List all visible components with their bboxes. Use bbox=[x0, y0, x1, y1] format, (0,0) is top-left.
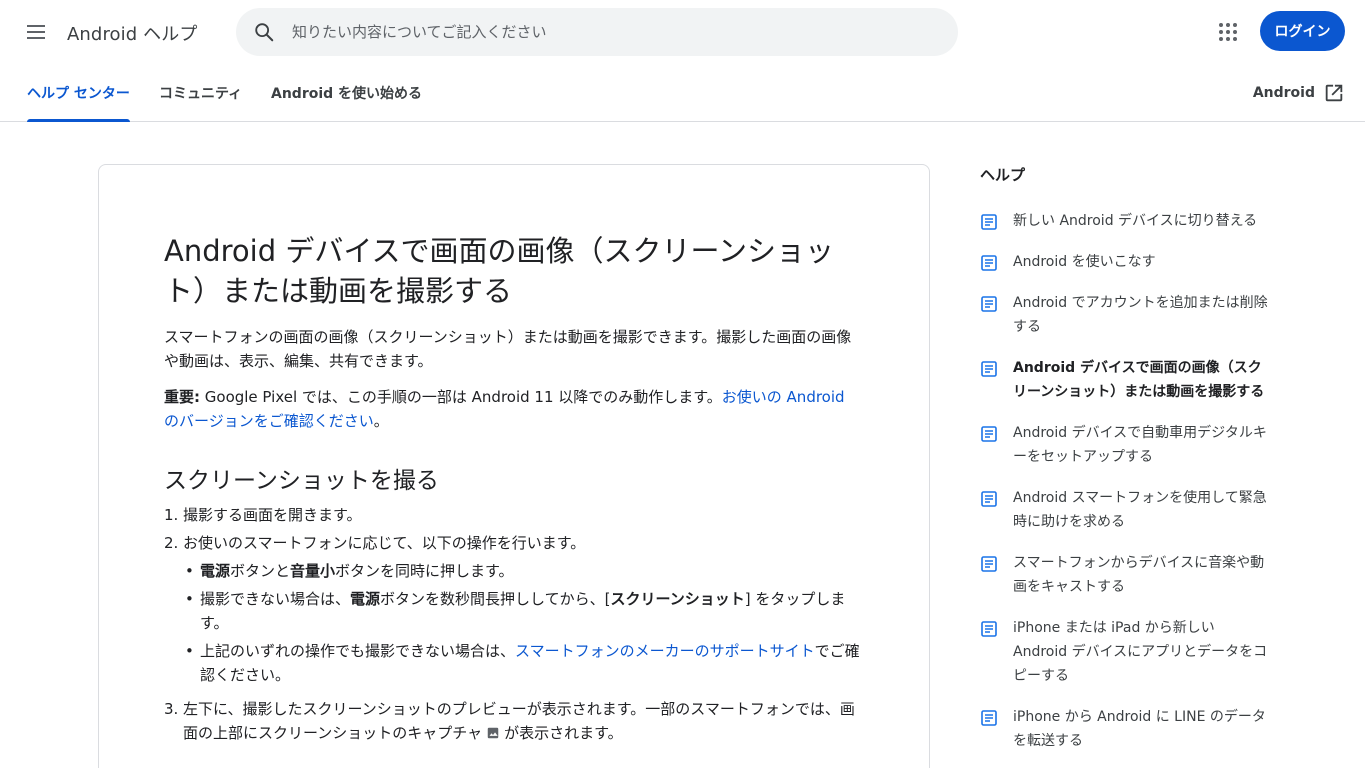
step-1: 1. 撮影する画面を開きます。 bbox=[164, 506, 362, 524]
help-sidebar: ヘルプ 新しい Android デバイスに切り替える Android を使いこな… bbox=[980, 164, 1280, 768]
tab-get-started[interactable]: Android を使い始める bbox=[271, 64, 422, 121]
image-icon bbox=[487, 727, 499, 739]
android-external-link[interactable]: Android bbox=[1253, 64, 1345, 121]
sidebar-item[interactable]: iPhone から Android に LINE のデータを転送する bbox=[980, 708, 1280, 753]
apps-grid-icon[interactable] bbox=[1208, 12, 1248, 52]
option-1-text-a: ボタンと bbox=[230, 562, 291, 580]
sidebar-list: 新しい Android デバイスに切り替える Android を使いこなす An… bbox=[980, 212, 1280, 753]
document-icon bbox=[981, 296, 997, 312]
important-note: 重要: Google Pixel では、この手順の一部は Android 11 … bbox=[164, 385, 864, 433]
sidebar-item-label: 新しい Android デバイスに切り替える bbox=[1013, 213, 1258, 229]
option-3: 上記のいずれの操作でも撮影できない場合は、スマートフォンのメーカーのサポートサイ… bbox=[183, 639, 864, 687]
step-3-text-b: が表示されます。 bbox=[504, 724, 623, 742]
sidebar-heading: ヘルプ bbox=[980, 166, 1026, 184]
document-icon bbox=[981, 426, 997, 442]
sidebar-item[interactable]: iPhone または iPad から新しい Android デバイスにアプリとデ… bbox=[980, 619, 1280, 688]
document-icon bbox=[981, 556, 997, 572]
step-3: 3. 左下に、撮影したスクリーンショットのプレビューが表示されます。一部のスマート… bbox=[164, 700, 855, 742]
step-2-text: お使いのスマートフォンに応じて、以下の操作を行います。 bbox=[183, 534, 586, 552]
search-input[interactable] bbox=[292, 23, 892, 41]
manufacturer-support-link[interactable]: スマートフォンのメーカーのサポートサイト bbox=[515, 642, 815, 660]
sidebar-item-current[interactable]: Android デバイスで画面の画像（スクリーンショット）または動画を撮影する bbox=[980, 359, 1280, 404]
top-app-bar: Android ヘルプ ログイン bbox=[0, 0, 1365, 64]
search-icon[interactable] bbox=[236, 8, 292, 56]
option-3-text-a: 上記のいずれの操作でも撮影できない場合は、 bbox=[200, 642, 516, 660]
search-bar[interactable] bbox=[236, 8, 958, 56]
power-label: 電源 bbox=[200, 562, 231, 580]
sidebar-item[interactable]: Android を使いこなす bbox=[980, 253, 1280, 274]
power-label-2: 電源 bbox=[350, 590, 381, 608]
document-icon bbox=[981, 361, 997, 377]
document-icon bbox=[981, 255, 997, 271]
nav-tabs: ヘルプ センター コミュニティ Android を使い始める Android bbox=[0, 64, 1365, 122]
external-link-label: Android bbox=[1252, 84, 1315, 101]
option-1-text-b: ボタンを同時に押します。 bbox=[335, 562, 514, 580]
option-2-text-b: ボタンを数秒間長押ししてから、[ bbox=[380, 590, 611, 608]
sidebar-item-label: Android を使いこなす bbox=[1013, 254, 1156, 270]
login-button[interactable]: ログイン bbox=[1260, 11, 1345, 51]
open-in-new-icon bbox=[1325, 84, 1343, 101]
step-1-text: 撮影する画面を開きます。 bbox=[183, 506, 362, 524]
option-1: 電源ボタンと音量小ボタンを同時に押します。 bbox=[183, 559, 864, 583]
sidebar-item[interactable]: Android スマートフォンを使用して緊急時に助けを求める bbox=[980, 489, 1280, 534]
document-icon bbox=[981, 491, 997, 507]
volume-down-label: 音量小 bbox=[290, 562, 336, 580]
sidebar-item-label: Android デバイスで画面の画像（スクリーンショット）または動画を撮影する bbox=[1013, 360, 1265, 400]
tab-community[interactable]: コミュニティ bbox=[159, 64, 242, 121]
article-intro: スマートフォンの画面の画像（スクリーンショット）または動画を撮影できます。撮影し… bbox=[164, 328, 852, 370]
app-title[interactable]: Android ヘルプ bbox=[67, 20, 197, 46]
sidebar-item-label: iPhone から Android に LINE のデータを転送する bbox=[1013, 709, 1266, 749]
article-title: Android デバイスで画面の画像（スクリーンショット）または動画を撮影する bbox=[164, 234, 835, 308]
article-content: Android デバイスで画面の画像（スクリーンショット）または動画を撮影する … bbox=[164, 231, 864, 749]
option-2: 撮影できない場合は、電源ボタンを数秒間長押ししてから、[スクリーンショット] を… bbox=[183, 587, 864, 635]
sidebar-item-label: スマートフォンからデバイスに音楽や動画をキャストする bbox=[1013, 555, 1265, 595]
menu-icon[interactable] bbox=[16, 12, 56, 52]
screenshot-label: スクリーンショット bbox=[610, 590, 745, 608]
sidebar-item[interactable]: Android でアカウントを追加または削除する bbox=[980, 294, 1280, 339]
section-title: スクリーンショットを撮る bbox=[164, 468, 439, 494]
steps-list: 1. 撮影する画面を開きます。 2. お使いのスマートフォンに応じて、以下の操作を行… bbox=[164, 503, 864, 745]
document-icon bbox=[981, 214, 997, 230]
tab-help-center[interactable]: ヘルプ センター bbox=[27, 64, 130, 122]
option-2-text-a: 撮影できない場合は、 bbox=[200, 590, 351, 608]
sidebar-item[interactable]: Android デバイスで自動車用デジタルキーをセットアップする bbox=[980, 424, 1280, 469]
document-icon bbox=[981, 621, 997, 637]
sidebar-item[interactable]: 新しい Android デバイスに切り替える bbox=[980, 212, 1280, 233]
sidebar-item-label: Android スマートフォンを使用して緊急時に助けを求める bbox=[1013, 490, 1267, 530]
step-2-options: 電源ボタンと音量小ボタンを同時に押します。 撮影できない場合は、電源ボタンを数秒… bbox=[183, 559, 864, 687]
important-label: 重要: bbox=[164, 388, 200, 406]
sidebar-item-label: Android でアカウントを追加または削除する bbox=[1013, 295, 1268, 335]
article-card: Android デバイスで画面の画像（スクリーンショット）または動画を撮影する … bbox=[98, 164, 930, 768]
sidebar-item[interactable]: スマートフォンからデバイスに音楽や動画をキャストする bbox=[980, 554, 1280, 599]
step-2: 2.お使いのスマートフォンに応じて、以下の操作を行います。 電源ボタンと音量小ボ… bbox=[164, 531, 864, 687]
important-end: 。 bbox=[373, 412, 389, 430]
important-text: Google Pixel では、この手順の一部は Android 11 以降での… bbox=[200, 388, 722, 406]
sidebar-item-label: iPhone または iPad から新しい Android デバイスにアプリとデ… bbox=[1013, 620, 1268, 684]
document-icon bbox=[981, 710, 997, 726]
sidebar-item-label: Android デバイスで自動車用デジタルキーをセットアップする bbox=[1013, 425, 1267, 465]
